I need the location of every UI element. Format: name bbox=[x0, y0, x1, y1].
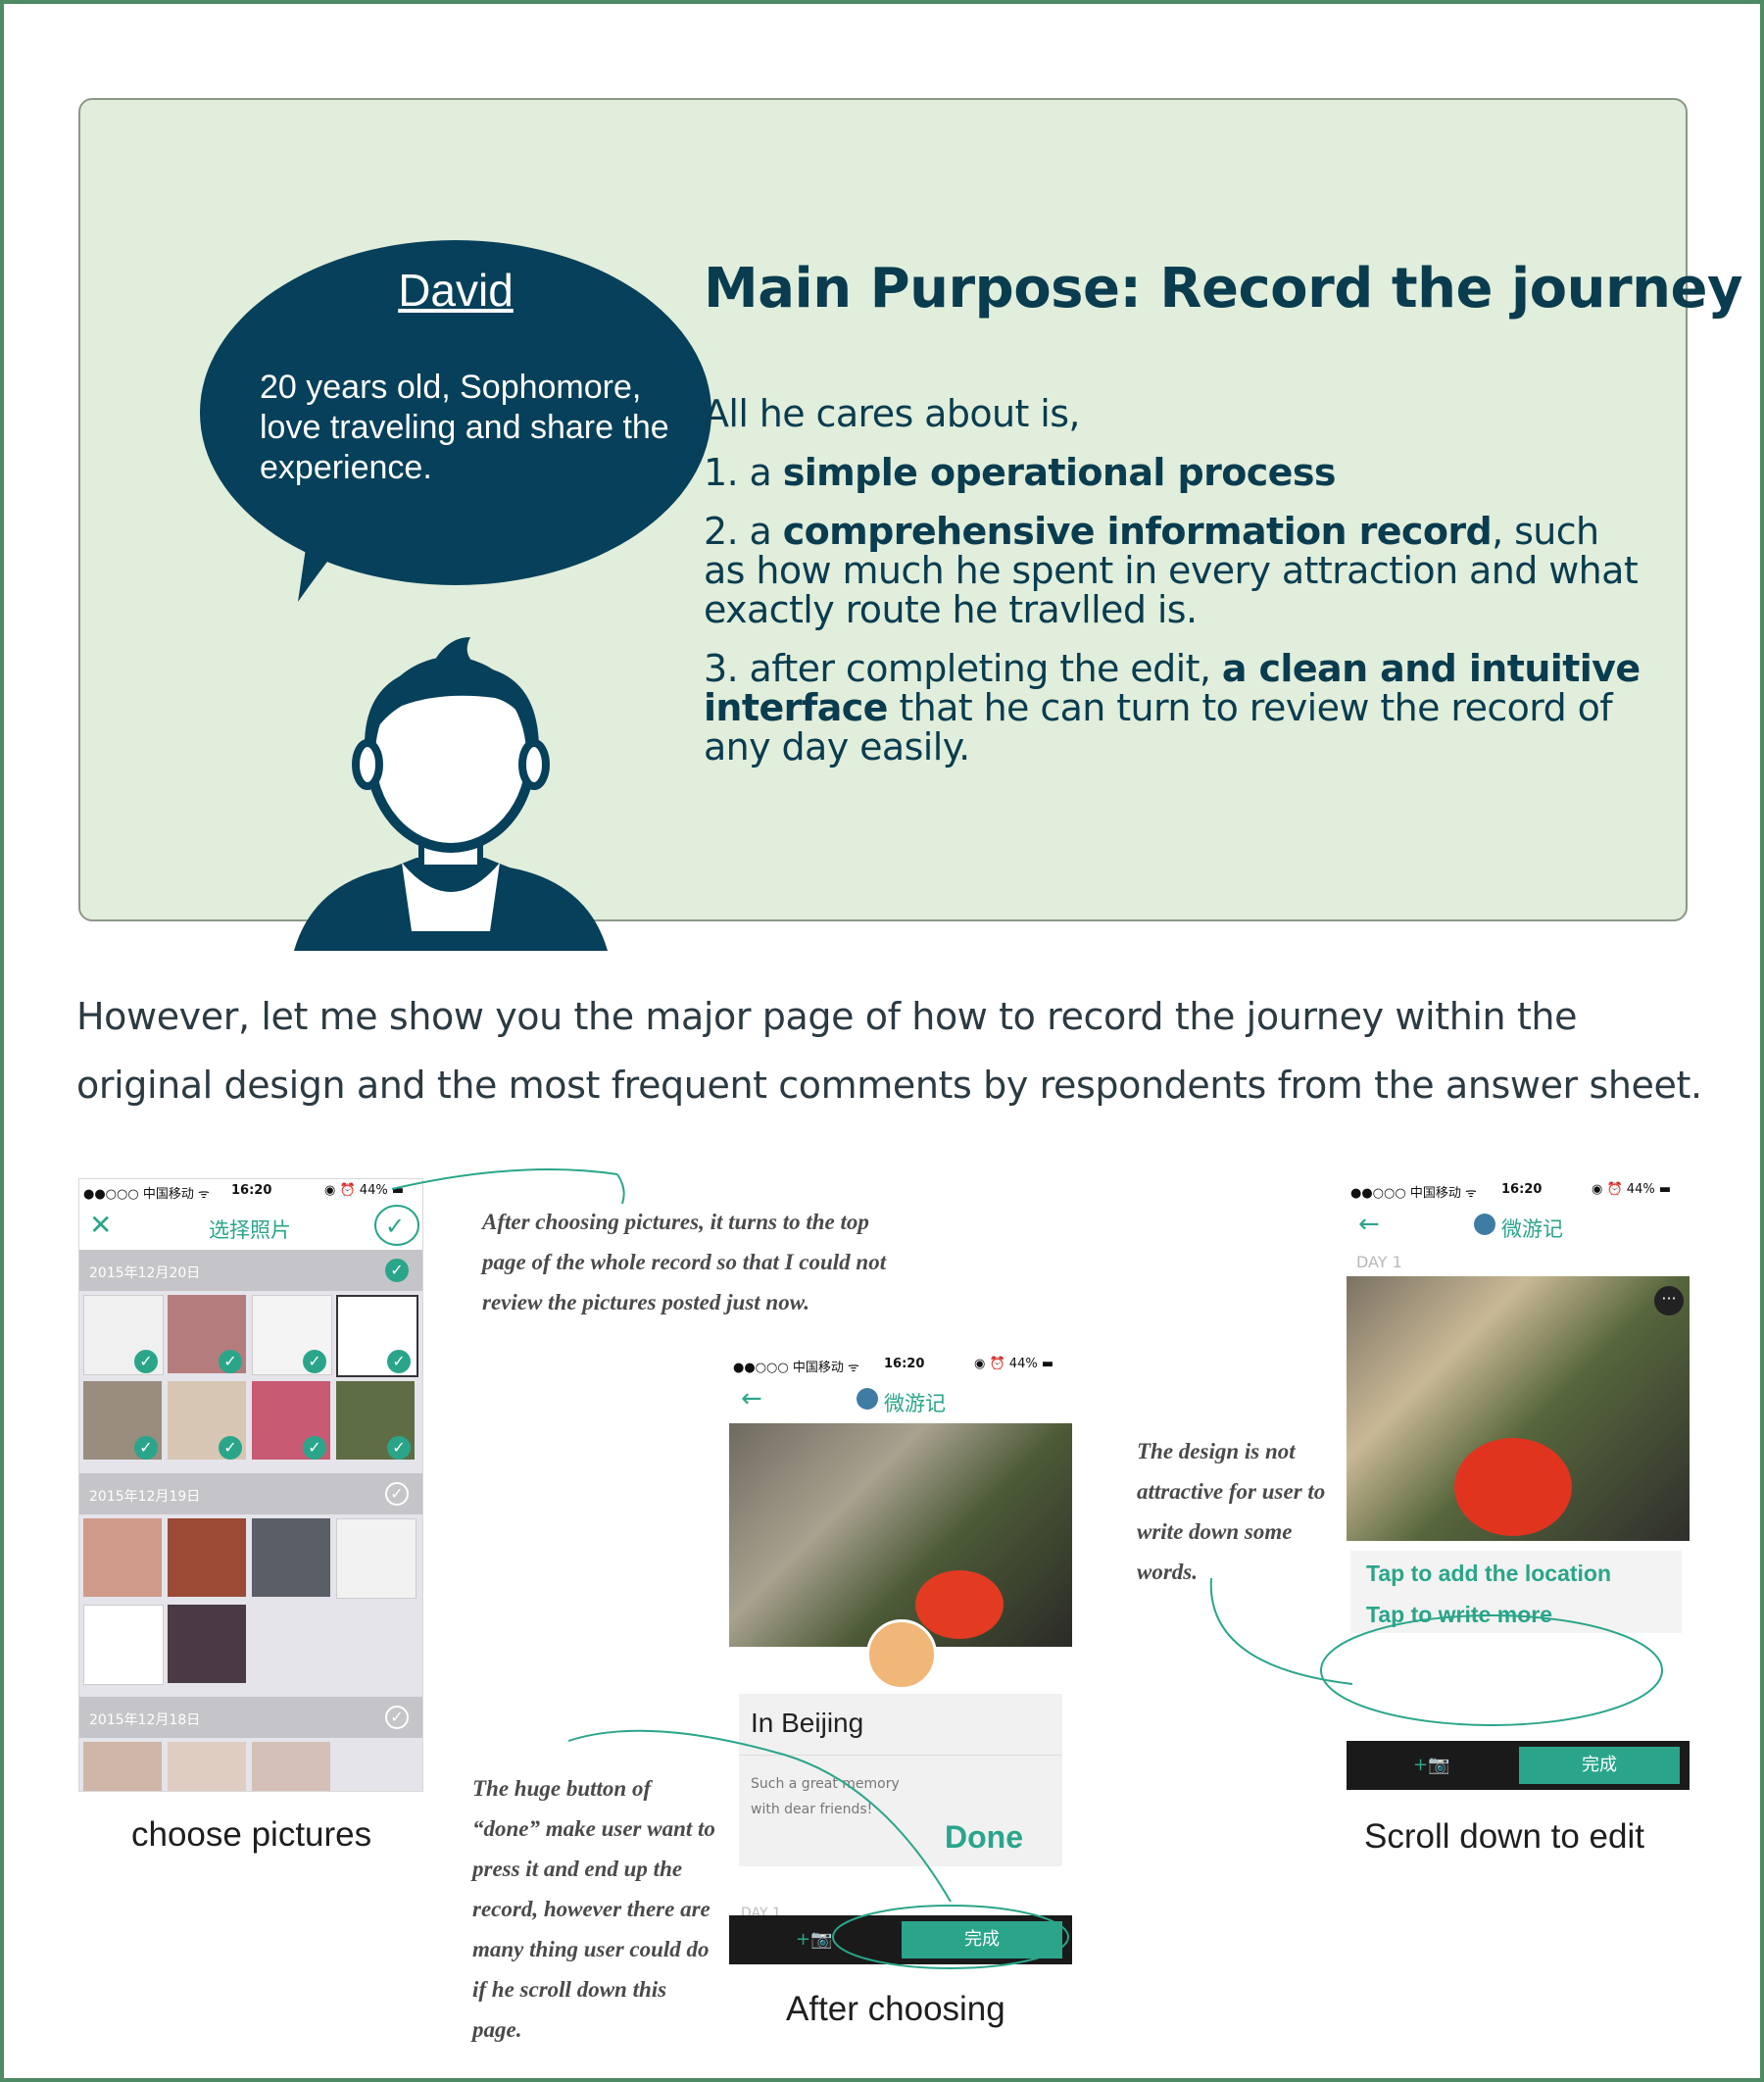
caption-choose-pictures: choose pictures bbox=[131, 1815, 372, 1854]
photo-thumb[interactable] bbox=[83, 1605, 164, 1685]
nav-bar: ✕ 选择照片 ✓ bbox=[79, 1201, 422, 1250]
photo-thumb[interactable] bbox=[336, 1518, 416, 1599]
screen-title: 微游记 bbox=[1501, 1217, 1563, 1241]
check-icon[interactable]: ✓ bbox=[385, 1482, 409, 1506]
photo-grid bbox=[79, 1738, 422, 1791]
persona-name: David bbox=[398, 265, 514, 316]
status-bar: ●●○○○ 中国移动 ᯤ 16:20 ◉ ⏰ 44% ▬ bbox=[729, 1353, 1072, 1375]
highlight-circle-edit bbox=[1209, 1578, 1663, 1726]
done-button[interactable]: 完成 bbox=[1519, 1747, 1680, 1784]
time: 16:20 bbox=[231, 1183, 272, 1198]
photo-thumb[interactable] bbox=[252, 1742, 330, 1791]
item-2-prefix: 2. a bbox=[704, 510, 783, 553]
photo-thumb[interactable] bbox=[168, 1605, 246, 1683]
day-label: DAY 1 bbox=[1356, 1253, 1402, 1271]
speech-bubble: David 20 years old, Sophomore, love trav… bbox=[200, 240, 711, 585]
more-icon[interactable]: ··· bbox=[1654, 1286, 1684, 1315]
cares-list: All he cares about is, 1. a simple opera… bbox=[704, 394, 1644, 786]
time: 16:20 bbox=[884, 1357, 925, 1371]
main-purpose-heading: Main Purpose: Record the journey bbox=[704, 257, 1742, 321]
item-3-prefix: 3. after completing the edit, bbox=[704, 647, 1222, 690]
check-icon[interactable]: ✓ bbox=[303, 1436, 326, 1460]
close-icon[interactable]: ✕ bbox=[89, 1209, 112, 1241]
back-arrow-icon[interactable]: ← bbox=[1358, 1210, 1380, 1239]
screen-title: 选择照片 bbox=[209, 1218, 291, 1242]
nav-bar: ← 微游记 bbox=[1347, 1200, 1690, 1249]
date-header: 2015年12月19日 ✓ bbox=[79, 1473, 422, 1514]
item-1-bold: simple operational process bbox=[782, 451, 1337, 494]
time: 16:20 bbox=[1501, 1182, 1543, 1197]
app-logo-icon bbox=[1474, 1214, 1495, 1235]
note-design: The design is not attractive for user to… bbox=[1137, 1439, 1326, 1584]
day-photo[interactable]: ··· bbox=[1347, 1276, 1690, 1541]
date-label: 2015年12月20日 bbox=[89, 1265, 201, 1281]
status-bar: ●●○○○ 中国移动 ᯤ 16:20 ◉ ⏰ 44% ▬ bbox=[1347, 1178, 1690, 1201]
check-icon[interactable]: ✓ bbox=[303, 1350, 326, 1373]
check-icon[interactable]: ✓ bbox=[385, 1706, 409, 1729]
intro-paragraph: However, let me show you the major page … bbox=[76, 995, 1702, 1107]
note-done-button: The huge button of “done” make user want… bbox=[472, 1776, 715, 2042]
avatar[interactable] bbox=[866, 1619, 937, 1690]
carrier: ●●○○○ 中国移动 ᯤ bbox=[733, 1361, 859, 1375]
check-icon[interactable]: ✓ bbox=[387, 1436, 411, 1460]
flower bbox=[915, 1570, 1004, 1639]
photo-grid: ✓ ✓ ✓ ✓ ✓ ✓ ✓ ✓ bbox=[79, 1291, 422, 1473]
bottom-toolbar: +📷 完成 bbox=[1347, 1741, 1690, 1790]
cares-item-3: 3. after completing the edit, a clean an… bbox=[704, 649, 1644, 767]
item-1-prefix: 1. a bbox=[704, 451, 783, 494]
cares-item-1: 1. a simple operational process bbox=[704, 453, 1644, 492]
photo-thumb[interactable] bbox=[168, 1742, 246, 1791]
date-label: 2015年12月19日 bbox=[89, 1489, 201, 1505]
cares-intro: All he cares about is, bbox=[704, 392, 1081, 435]
screen-title: 微游记 bbox=[884, 1392, 946, 1415]
nav-bar: ← 微游记 bbox=[729, 1374, 1072, 1423]
carrier: ●●○○○ 中国移动 ᯤ bbox=[83, 1187, 210, 1202]
check-icon[interactable]: ✓ bbox=[219, 1436, 242, 1460]
battery: ◉ ⏰ 44% ▬ bbox=[1592, 1182, 1672, 1197]
person-avatar-icon bbox=[294, 637, 608, 951]
battery: ◉ ⏰ 44% ▬ bbox=[974, 1357, 1054, 1371]
check-icon[interactable]: ✓ bbox=[134, 1436, 158, 1460]
persona-bio: 20 years old, Sophomore, love traveling … bbox=[260, 369, 669, 486]
photo-grid bbox=[79, 1514, 422, 1697]
cares-item-2: 2. a comprehensive information record, s… bbox=[704, 512, 1644, 629]
caption-scroll-down: Scroll down to edit bbox=[1364, 1817, 1644, 1856]
carrier: ●●○○○ 中国移动 ᯤ bbox=[1350, 1186, 1477, 1201]
note-after-choosing: After choosing pictures, it turns to the… bbox=[482, 1210, 887, 1314]
photo-thumb[interactable] bbox=[83, 1518, 162, 1597]
photo-thumb[interactable] bbox=[168, 1518, 246, 1597]
photo-thumb[interactable] bbox=[252, 1518, 330, 1597]
check-icon[interactable]: ✓ bbox=[219, 1350, 242, 1373]
caption-after-choosing: After choosing bbox=[786, 1990, 1005, 2028]
status-bar: ●●○○○ 中国移动 ᯤ 16:20 ◉ ⏰ 44% ▬ bbox=[79, 1179, 422, 1202]
date-header: 2015年12月18日 ✓ bbox=[79, 1697, 422, 1738]
date-header: 2015年12月20日 ✓ bbox=[79, 1250, 422, 1291]
add-photo-button[interactable]: +📷 bbox=[1413, 1755, 1450, 1775]
app-logo-icon bbox=[857, 1388, 878, 1410]
date-label: 2015年12月18日 bbox=[89, 1712, 201, 1728]
back-arrow-icon[interactable]: ← bbox=[741, 1384, 762, 1413]
check-icon[interactable]: ✓ bbox=[387, 1350, 411, 1373]
photo-thumb[interactable] bbox=[83, 1742, 162, 1791]
cover-photo[interactable] bbox=[729, 1423, 1072, 1647]
flower bbox=[1454, 1438, 1572, 1536]
item-2-bold: comprehensive information record bbox=[782, 510, 1493, 553]
check-icon[interactable]: ✓ bbox=[134, 1350, 158, 1373]
